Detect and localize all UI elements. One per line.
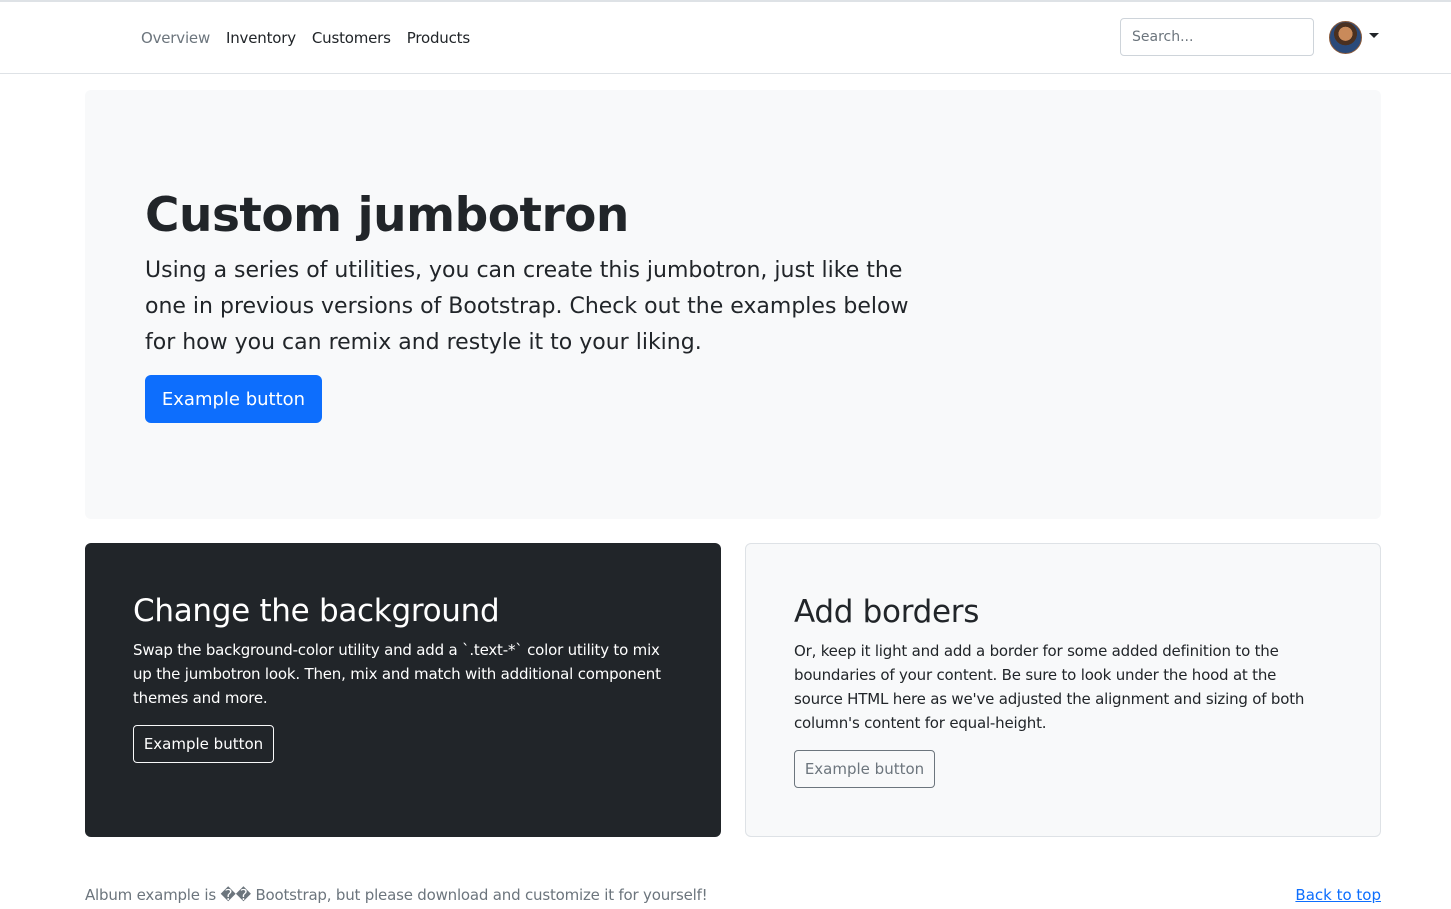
light-card-text: Or, keep it light and add a border for s… <box>794 642 1305 732</box>
jumbotron-lead: Using a series of utilities, you can cre… <box>145 258 909 355</box>
footer-text: Album example is �� Bootstrap, but pleas… <box>85 886 708 904</box>
profile-dropdown[interactable] <box>1329 20 1379 54</box>
light-card-title: Add borders <box>794 594 980 630</box>
nav-link-products[interactable]: Products <box>407 29 470 47</box>
jumbotron-example-button[interactable]: Example button <box>145 375 322 423</box>
navbar: Overview Inventory Customers Products <box>0 2 1451 74</box>
avatar[interactable] <box>1329 20 1362 54</box>
dark-card-text: Swap the background-color utility and ad… <box>133 641 661 707</box>
nav-link-overview[interactable]: Overview <box>141 29 210 47</box>
back-to-top-link[interactable]: Back to top <box>1295 886 1381 904</box>
jumbotron: Custom jumbotron Using a series of utili… <box>85 90 1381 519</box>
nav-link-inventory[interactable]: Inventory <box>226 29 296 47</box>
light-card: Add borders Or, keep it light and add a … <box>745 543 1381 837</box>
dark-card-example-button[interactable]: Example button <box>133 725 274 763</box>
nav-link-customers[interactable]: Customers <box>312 29 391 47</box>
jumbotron-title: Custom jumbotron <box>145 188 629 243</box>
dark-card-title: Change the background <box>133 593 500 629</box>
search-input[interactable] <box>1120 18 1314 56</box>
dark-card: Change the background Swap the backgroun… <box>85 543 721 837</box>
light-card-example-button[interactable]: Example button <box>794 750 935 788</box>
caret-down-icon <box>1369 32 1379 38</box>
nav-links: Overview Inventory Customers Products <box>141 2 470 73</box>
